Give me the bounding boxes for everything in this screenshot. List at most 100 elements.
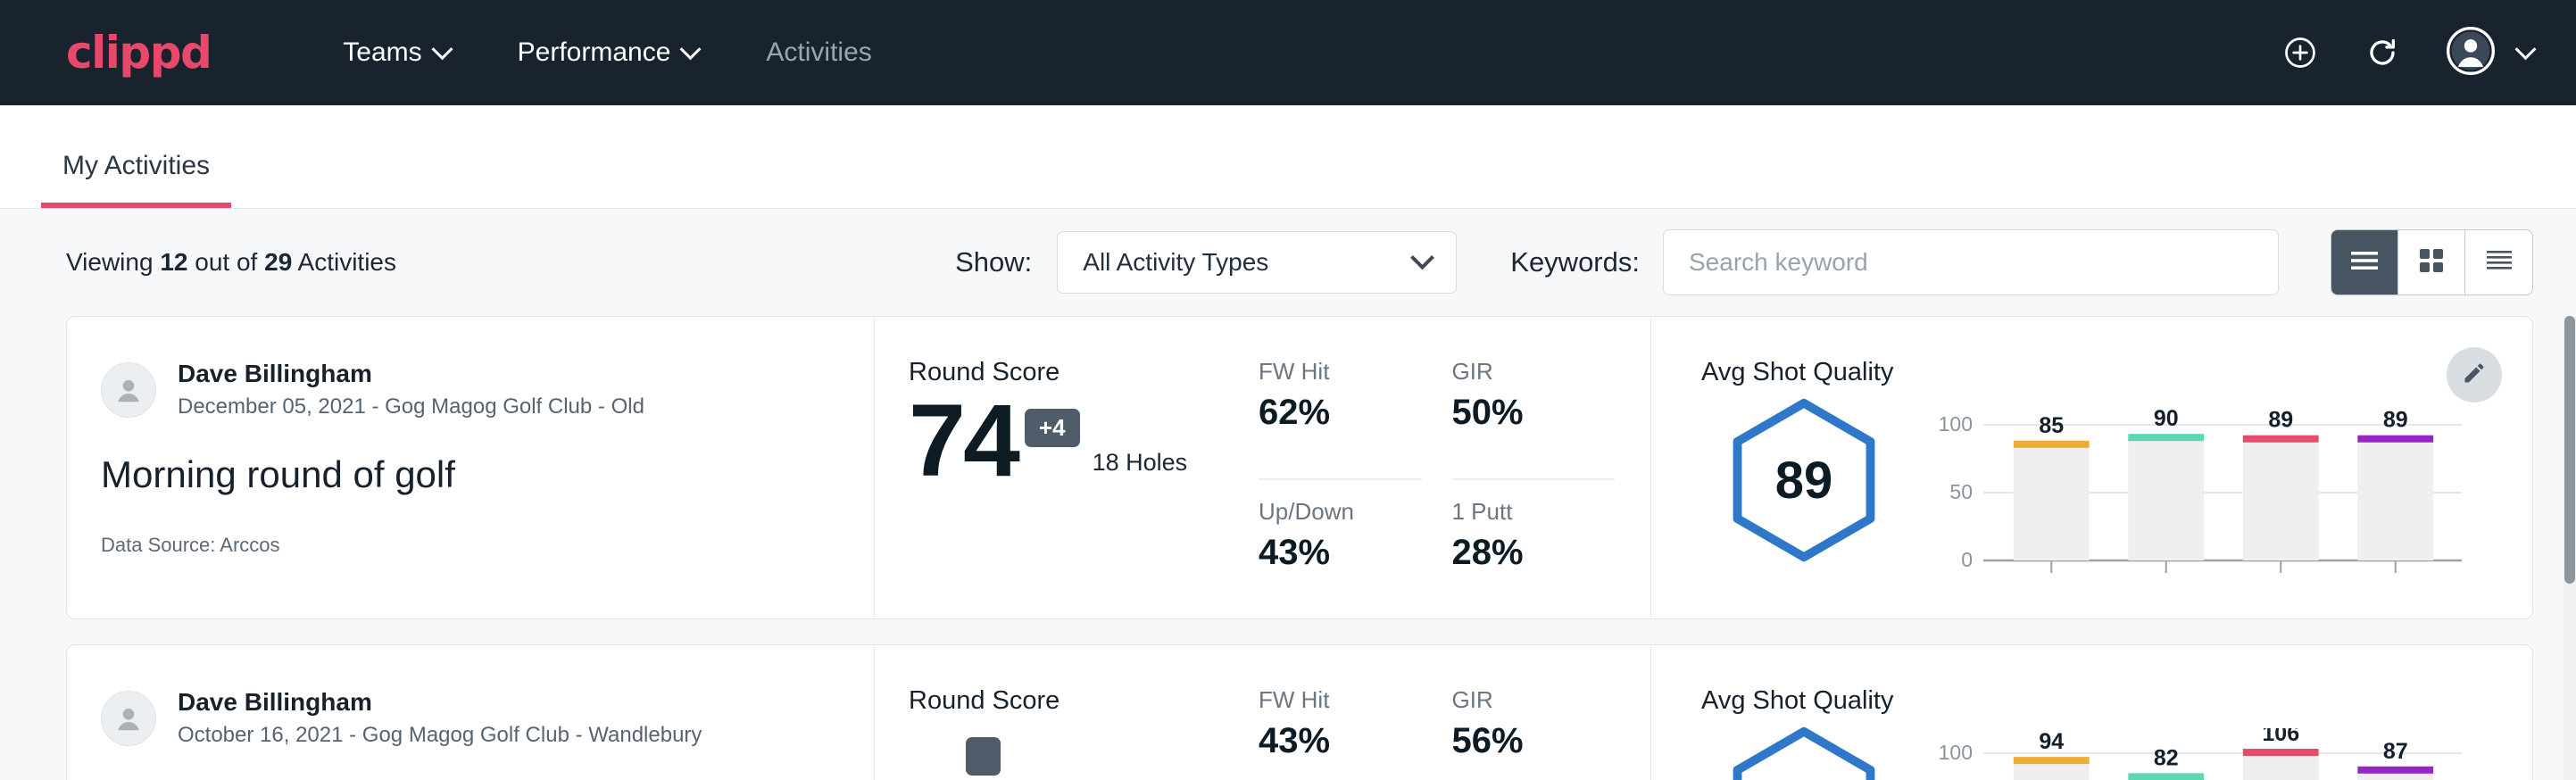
chevron-down-icon <box>680 38 702 60</box>
round-score-row: 74 +4 18 Holes <box>909 394 1259 489</box>
clippd-logo[interactable]: clippd <box>66 27 211 79</box>
player-name: Dave Billingham <box>178 358 644 389</box>
stat-up-down: Up/Down 43% <box>1259 480 1422 618</box>
bar-value-arg: 106 <box>2262 728 2299 746</box>
stat-value: 43% <box>1259 721 1422 761</box>
player-header: Dave Billingham December 05, 2021 - Gog … <box>101 358 874 421</box>
bar-cap-app <box>2128 434 2204 441</box>
stat-value: 50% <box>1452 393 1616 433</box>
x-label-arg: ARG <box>2257 577 2304 578</box>
tab-bar: My Activities <box>0 105 2576 209</box>
bar-chart: 100 948210687 OTTAPPARGPUTT <box>1926 728 2462 780</box>
user-menu[interactable] <box>2447 27 2533 79</box>
refresh-icon[interactable] <box>2364 35 2400 71</box>
card-stats-grid: FW Hit 43% GIR 56% <box>1259 645 1651 780</box>
stat-label: 1 Putt <box>1452 498 1616 526</box>
quality-body: 100 948210687 OTTAPPARGPUTT <box>1701 721 2532 780</box>
stat-value: 28% <box>1452 533 1616 573</box>
round-score-row <box>909 723 1259 776</box>
bar-value-putt: 87 <box>2383 739 2408 764</box>
chevron-down-icon <box>2514 38 2536 60</box>
stat-value: 43% <box>1259 533 1422 573</box>
viewing-middle: out of <box>195 248 257 276</box>
grid-icon <box>2417 246 2446 279</box>
tab-my-activities[interactable]: My Activities <box>41 151 231 208</box>
show-label: Show: <box>955 246 1032 278</box>
bar-cap-ott <box>2014 441 2090 448</box>
compact-list-icon <box>2484 247 2514 278</box>
bar-ott <box>2014 445 2090 560</box>
nav-item-performance[interactable]: Performance <box>484 37 733 68</box>
scrollbar-thumb[interactable] <box>2564 316 2575 584</box>
bar-value-ott: 85 <box>2039 413 2064 438</box>
stat-label: GIR <box>1452 686 1616 714</box>
quality-hexagon: 89 <box>1701 393 1907 568</box>
round-score-label: Round Score <box>909 686 1259 716</box>
viewing-suffix: Activities <box>298 248 396 276</box>
bar-cap-putt <box>2357 436 2433 443</box>
bar-value-arg: 89 <box>2268 408 2293 433</box>
round-score-value: 74 <box>909 394 1018 489</box>
pencil-icon <box>2462 361 2487 390</box>
nav-item-teams[interactable]: Teams <box>309 37 483 68</box>
stat-label: Up/Down <box>1259 498 1422 526</box>
compact-view-button[interactable] <box>2465 230 2532 295</box>
quality-body: 89 100 50 0 85908989 <box>1701 393 2532 583</box>
activity-type-value: All Activity Types <box>1083 248 1268 277</box>
data-source: Data Source: Arccos <box>101 534 874 557</box>
activity-card[interactable]: Dave Billingham December 05, 2021 - Gog … <box>66 316 2533 619</box>
list-icon <box>2349 248 2380 278</box>
filter-bar: Viewing 12 out of 29 Activities Show: Al… <box>0 209 2576 316</box>
y-tick-100: 100 <box>1939 412 1973 436</box>
search-input[interactable]: Search keyword <box>1663 229 2279 295</box>
activity-card-list: Dave Billingham December 05, 2021 - Gog … <box>0 316 2576 780</box>
plus-circle-icon[interactable] <box>2282 35 2318 71</box>
search-placeholder: Search keyword <box>1689 248 1868 277</box>
card-round-score: Round Score <box>875 645 1259 780</box>
activity-type-select[interactable]: All Activity Types <box>1057 231 1457 294</box>
bar-putt <box>2357 440 2433 560</box>
y-tick-50: 50 <box>1949 480 1973 503</box>
chevron-down-icon <box>431 38 453 60</box>
grid-view-button[interactable] <box>2398 230 2465 295</box>
shot-quality-chart: 100 948210687 OTTAPPARGPUTT <box>1907 721 2532 780</box>
avg-shot-quality-label: Avg Shot Quality <box>1701 686 2532 716</box>
bar-ott <box>2014 761 2090 780</box>
nav-item-teams-label: Teams <box>343 37 421 68</box>
stat-label: GIR <box>1452 358 1616 386</box>
nav-item-activities[interactable]: Activities <box>732 37 905 68</box>
filter-controls: Show: All Activity Types Keywords: Searc… <box>955 229 2533 295</box>
viewing-count-text: Viewing 12 out of 29 Activities <box>66 248 396 277</box>
navbar-actions <box>2282 27 2533 79</box>
score-to-par-badge: +4 <box>1025 409 1080 447</box>
bar-value-app: 90 <box>2154 406 2179 431</box>
y-tick-0: 0 <box>1961 548 1973 571</box>
quality-hexagon <box>1701 721 1907 780</box>
bar-chart: 100 50 0 85908989 OTTAPPARGPUTT <box>1926 400 2462 578</box>
chevron-down-icon <box>1410 245 1434 270</box>
activity-card[interactable]: Dave Billingham October 16, 2021 - Gog M… <box>66 644 2533 780</box>
list-view-button[interactable] <box>2331 230 2398 295</box>
card-identity: Dave Billingham December 05, 2021 - Gog … <box>67 317 875 618</box>
player-name: Dave Billingham <box>178 686 702 718</box>
nav-item-performance-label: Performance <box>518 37 671 68</box>
card-stats-grid: FW Hit 62% GIR 50% Up/Down 43% 1 Putt 28… <box>1259 317 1651 618</box>
y-tick-100: 100 <box>1939 741 1973 764</box>
primary-nav: Teams Performance Activities <box>309 37 905 68</box>
x-label-app: APP <box>2145 577 2188 578</box>
viewing-prefix: Viewing <box>66 248 154 276</box>
avatar <box>101 691 156 746</box>
avg-shot-quality-label: Avg Shot Quality <box>1701 358 2532 387</box>
vertical-scrollbar[interactable] <box>2564 316 2576 780</box>
x-label-putt: PUTT <box>2367 577 2423 578</box>
bar-app <box>2128 438 2204 560</box>
bar-arg <box>2243 440 2319 560</box>
card-round-score: Round Score 74 +4 18 Holes <box>875 317 1259 618</box>
bar-arg <box>2243 753 2319 780</box>
stat-label: FW Hit <box>1259 686 1422 714</box>
viewing-total: 29 <box>264 248 292 276</box>
bar-cap-arg <box>2243 436 2319 443</box>
bar-value-ott: 94 <box>2039 729 2064 754</box>
edit-activity-button[interactable] <box>2447 347 2502 402</box>
activity-meta: December 05, 2021 - Gog Magog Golf Club … <box>178 393 644 421</box>
